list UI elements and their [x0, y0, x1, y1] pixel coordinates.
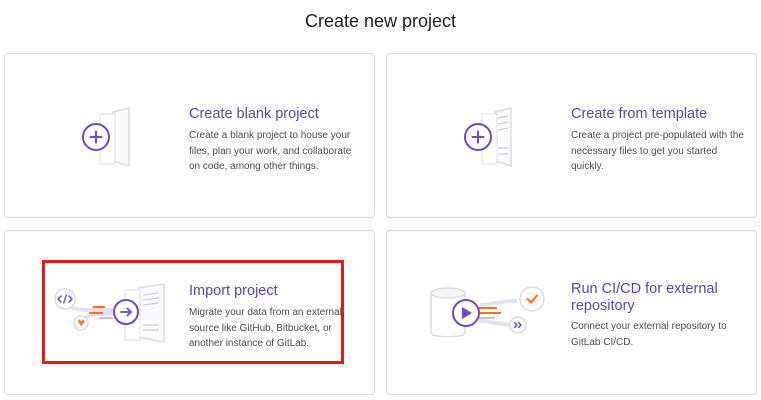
card-title[interactable]: Import project	[189, 283, 365, 300]
card-title[interactable]: Run CI/CD for external repository	[571, 281, 747, 315]
code-icon	[54, 288, 76, 310]
cicd-illustration	[427, 231, 572, 396]
plus-icon	[82, 123, 110, 151]
plus-icon	[464, 123, 492, 151]
create-blank-project-card[interactable]: Create blank project Create a blank proj…	[4, 53, 375, 218]
card-description: Create a project pre-populated with the …	[571, 130, 744, 172]
run-cicd-external-repo-card[interactable]: Run CI/CD for external repository Connec…	[386, 230, 757, 395]
card-title[interactable]: Create blank project	[189, 106, 365, 123]
import-project-illustration	[45, 231, 190, 396]
card-description: Create a blank project to house your fil…	[189, 130, 352, 172]
create-from-template-card[interactable]: Create from template Create a project pr…	[386, 53, 757, 218]
blank-project-illustration	[45, 54, 190, 219]
card-description: Migrate your data from an external sourc…	[189, 307, 342, 349]
import-project-card[interactable]: Import project Migrate your data from an…	[4, 230, 375, 395]
page-title: Create new project	[304, 11, 457, 31]
double-chevron-icon	[509, 316, 527, 334]
play-icon	[452, 299, 480, 327]
arrow-right-icon	[113, 299, 139, 325]
gitlab-icon	[73, 315, 89, 331]
check-icon	[519, 286, 545, 312]
template-illustration	[427, 54, 572, 219]
card-title[interactable]: Create from template	[571, 106, 747, 123]
card-description: Connect your external repository to GitL…	[571, 321, 727, 348]
